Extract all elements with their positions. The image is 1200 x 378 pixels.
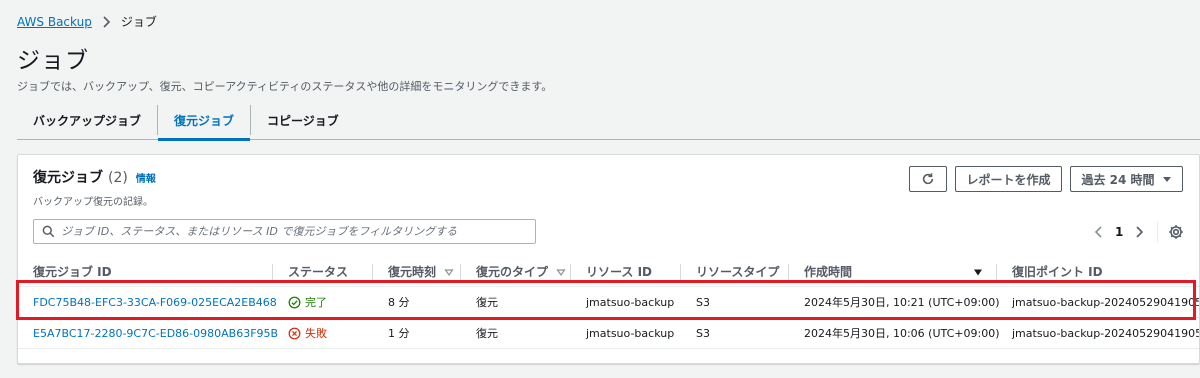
resource-type: S3 xyxy=(696,295,710,309)
check-circle-icon xyxy=(288,296,301,308)
column-header-recovery-point-id[interactable]: 復旧ポイント ID xyxy=(997,257,1199,287)
sort-caret-icon xyxy=(556,268,566,276)
panel-count: (2) xyxy=(108,170,128,186)
table-header: 復元ジョブ ID ステータス 復元時刻 復元のタイプ リソース ID リソースタ… xyxy=(18,257,1199,287)
time-range-dropdown[interactable]: 過去 24 時間 xyxy=(1070,166,1183,192)
info-link[interactable]: 情報 xyxy=(136,170,156,185)
create-report-button[interactable]: レポートを作成 xyxy=(955,166,1062,192)
filter-search-box xyxy=(33,219,536,244)
chevron-right-icon xyxy=(103,15,110,28)
panel-subtitle: バックアップ復元の記録。 xyxy=(33,197,153,208)
restore-job-id-link[interactable]: FDC75B48-EFC3-33CA-F069-025ECA2EB468 xyxy=(33,296,277,309)
resource-id: jmatsuo-backup xyxy=(586,295,675,309)
x-circle-icon xyxy=(288,327,301,339)
chevron-right-icon[interactable] xyxy=(1131,224,1147,240)
restore-type: 復元 xyxy=(476,296,498,309)
page-description: ジョブでは、バックアップ、復元、コピーアクティビティのステータスや他の詳細をモニ… xyxy=(17,80,553,93)
restore-job-id-link[interactable]: E5A7BC17-2280-9C7C-ED86-0980AB63F95B xyxy=(33,327,278,340)
filter-search-input[interactable] xyxy=(61,225,535,238)
pager-divider xyxy=(1157,221,1159,243)
panel-header: 復元ジョブ (2) 情報 xyxy=(33,167,156,187)
table-row[interactable]: E5A7BC17-2280-9C7C-ED86-0980AB63F95B 失敗 … xyxy=(18,318,1200,349)
column-header-resource-id[interactable]: リソース ID xyxy=(571,257,681,287)
table-row[interactable]: FDC75B48-EFC3-33CA-F069-025ECA2EB468 完了 … xyxy=(18,287,1200,318)
time-range-label: 過去 24 時間 xyxy=(1081,172,1155,187)
column-header-restore-job-id[interactable]: 復元ジョブ ID xyxy=(18,257,273,287)
sort-caret-icon xyxy=(444,268,454,276)
status-badge: 失敗 xyxy=(288,325,373,341)
tab-copy-jobs[interactable]: コピージョブ xyxy=(251,100,355,140)
resource-id: jmatsuo-backup xyxy=(586,326,675,340)
column-header-restore-type[interactable]: 復元のタイプ xyxy=(461,257,571,287)
column-header-restore-time[interactable]: 復元時刻 xyxy=(373,257,461,287)
restore-time: 8 分 xyxy=(388,296,410,309)
breadcrumb-aws-backup-link[interactable]: AWS Backup xyxy=(17,15,92,29)
recovery-point-id: jmatsuo-backup-20240529041905-0b xyxy=(1012,295,1200,309)
caret-down-icon xyxy=(1162,177,1171,182)
breadcrumb-current: ジョブ xyxy=(120,15,157,29)
panel-title: 復元ジョブ xyxy=(33,170,103,186)
restore-jobs-panel: 復元ジョブ (2) 情報 バックアップ復元の記録。 レポートを作成 過去 24 … xyxy=(17,154,1200,364)
restore-type: 復元 xyxy=(476,327,498,340)
tab-backup-jobs[interactable]: バックアップジョブ xyxy=(17,100,157,140)
page-number[interactable]: 1 xyxy=(1115,225,1123,239)
chevron-left-icon[interactable] xyxy=(1091,224,1107,240)
page-title: ジョブ xyxy=(17,48,89,74)
created-time: 2024年5月30日, 10:06 (UTC+09:00) xyxy=(804,327,1000,340)
status-badge: 完了 xyxy=(288,294,373,310)
column-header-resource-type[interactable]: リソースタイプ xyxy=(681,257,789,287)
column-header-created[interactable]: 作成時間 xyxy=(789,257,997,287)
created-time: 2024年5月30日, 10:21 (UTC+09:00) xyxy=(804,296,1000,309)
breadcrumb: AWS Backup ジョブ xyxy=(17,13,157,30)
recovery-point-id: jmatsuo-backup-20240529041905-0b xyxy=(1012,326,1200,340)
search-icon xyxy=(42,225,55,238)
restore-jobs-table: 復元ジョブ ID ステータス 復元時刻 復元のタイプ リソース ID リソースタ… xyxy=(18,257,1200,349)
sort-caret-down-icon xyxy=(974,269,982,275)
job-tabs: バックアップジョブ 復元ジョブ コピージョブ xyxy=(17,100,1200,141)
restore-time: 1 分 xyxy=(388,327,410,340)
pagination: 1 xyxy=(1091,221,1184,243)
tab-restore-jobs[interactable]: 復元ジョブ xyxy=(158,100,251,141)
refresh-button[interactable] xyxy=(909,166,947,192)
column-header-status[interactable]: ステータス xyxy=(273,257,373,287)
gear-icon[interactable] xyxy=(1168,224,1184,240)
resource-type: S3 xyxy=(696,326,710,340)
refresh-icon xyxy=(922,173,934,185)
